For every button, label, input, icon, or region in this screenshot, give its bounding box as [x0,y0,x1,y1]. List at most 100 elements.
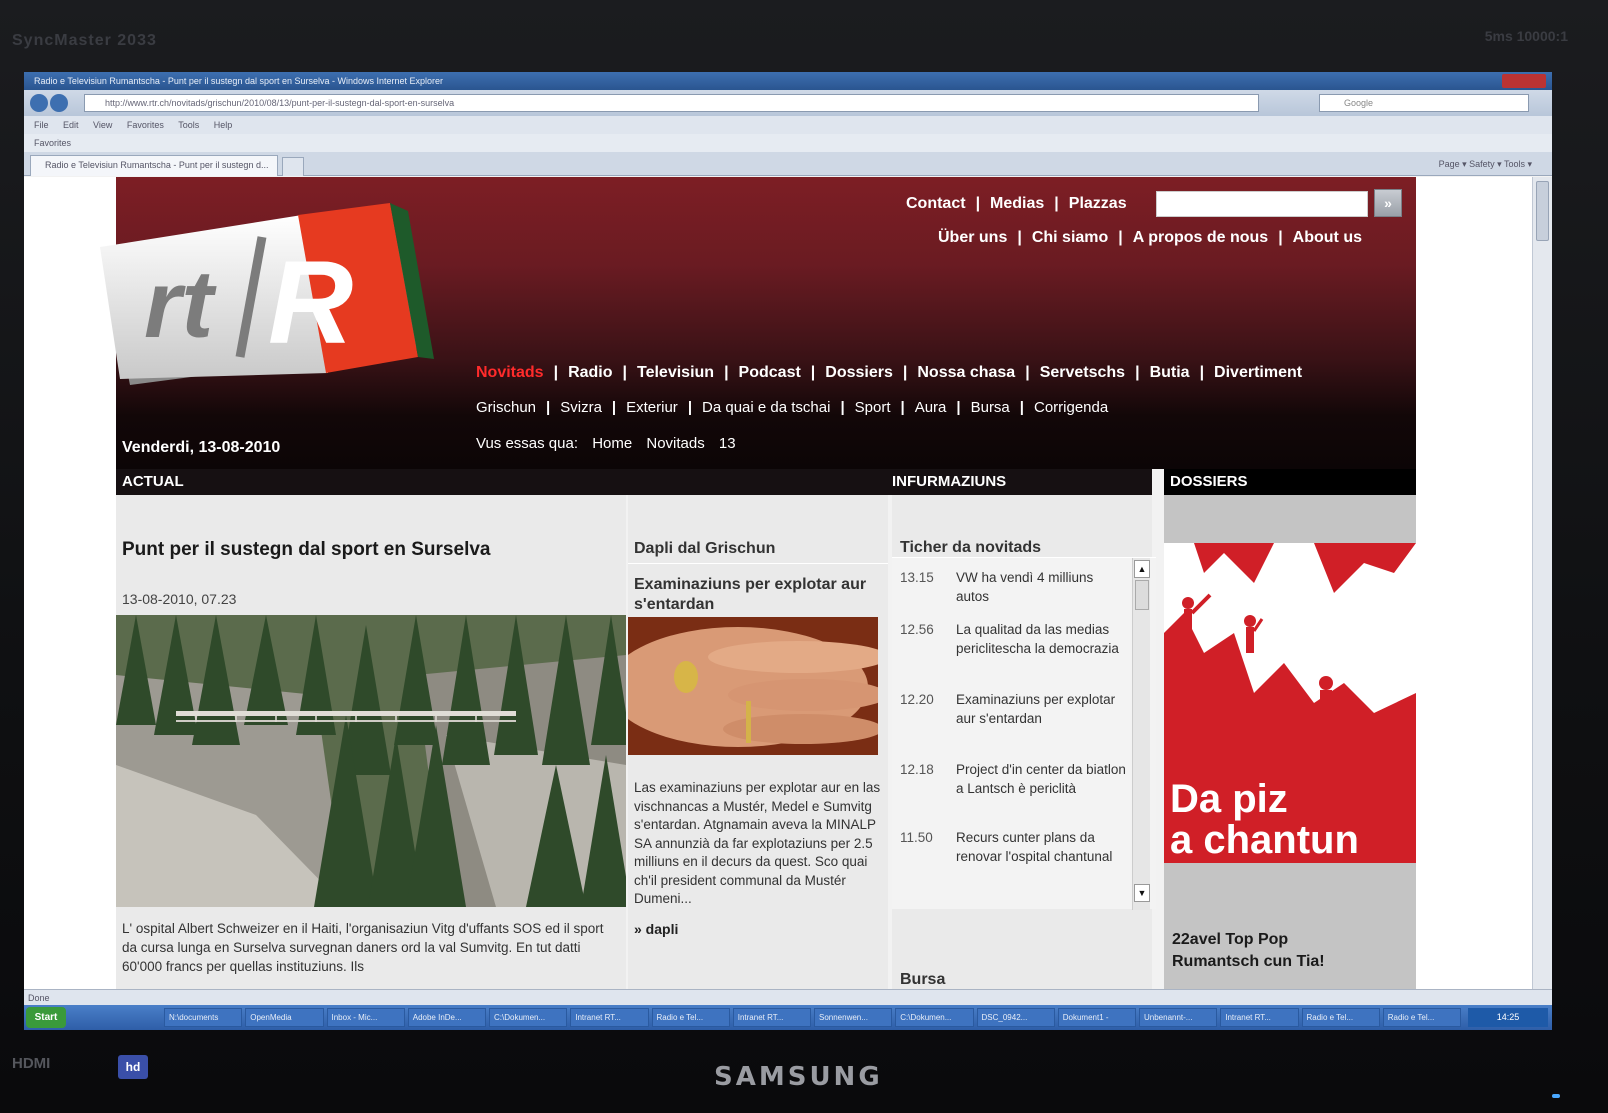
main-nav: Novitads | Radio | Televisiun | Podcast | Dossie… [476,364,1302,382]
subnav-da-quai[interactable]: Da quai e da tschai [702,399,830,416]
browser-tab[interactable]: Radio e Televisiun Rumantscha - Punt per… [30,155,278,176]
separator: | [724,364,729,381]
taskbar: Start N:\documents OpenMedia Inbox - Mic..… [24,1005,1552,1030]
back-icon[interactable] [30,94,48,112]
breadcrumb-novitads[interactable]: Novitads [646,435,704,452]
subnav-grischun[interactable]: Grischun [476,399,536,416]
taskbar-item[interactable]: Intranet RT... [1220,1008,1299,1027]
ticker-text[interactable]: Examinaziuns per explotar aur s'entardan [956,690,1126,728]
taskbar-item[interactable]: C:\Dokumen... [895,1008,974,1027]
separator: | [1135,364,1140,381]
ticker-scrollbar[interactable]: ▲ ▼ [1132,558,1150,910]
article-teaser[interactable]: L' ospital Albert Schweizer en il Haiti,… [122,919,620,976]
page-scrollbar[interactable] [1532,177,1552,989]
taskbar-item[interactable]: N:\documents [164,1008,243,1027]
ticker-time: 11.50 [900,830,933,845]
grischun-headline[interactable]: Examinaziuns per explotar aur s'entardan [634,575,882,615]
new-tab-button[interactable] [282,157,304,176]
ticker-text[interactable]: VW ha vendì 4 milliuns autos [956,568,1126,606]
power-led-icon[interactable] [1552,1094,1560,1098]
subnav-bursa[interactable]: Bursa [971,399,1010,416]
address-bar[interactable]: http://www.rtr.ch/novitads/grischun/2010… [84,94,1259,112]
taskbar-item[interactable]: Radio e Tel... [651,1008,730,1027]
taskbar-item[interactable]: OpenMedia [245,1008,324,1027]
taskbar-item[interactable]: Radio e Tel... [1382,1008,1461,1027]
scroll-up-icon[interactable]: ▲ [1134,560,1150,578]
subnav-sport[interactable]: Sport [855,399,891,416]
ticker-text[interactable]: La qualitad da las medias periclitescha … [956,620,1126,658]
start-button[interactable]: Start [26,1007,66,1028]
separator: | [1199,364,1205,381]
grischun-more-link[interactable]: » dapli [634,921,678,937]
breadcrumb: Vus essas qua: Home Novitads 13 [476,435,736,452]
nav-divertiment[interactable]: Divertiment [1214,364,1302,382]
page-viewport: rt R Contact | Medias | Plazzas » Über uns | C… [24,177,1532,989]
scroll-down-icon[interactable]: ▼ [1134,884,1150,902]
infurmaziuns-column: Ticher da novitads 13.15 VW ha vendì 4 m… [892,495,1156,989]
forward-icon[interactable] [50,94,68,112]
subnav-exteriur[interactable]: Exteriur [626,399,678,416]
separator: | [810,364,816,381]
lang-link-de[interactable]: Über uns [938,229,1007,247]
ticker-title: Ticher da novitads [900,539,1042,556]
nav-novitads[interactable]: Novitads [476,364,544,382]
lang-link-fr[interactable]: A propos de nous [1133,229,1268,247]
bridge-photo[interactable] [116,615,626,907]
monitor-badge: hd [118,1055,148,1079]
scroll-thumb[interactable] [1135,580,1149,610]
command-bar[interactable]: Page ▾ Safety ▾ Tools ▾ [1439,155,1532,173]
breadcrumb-current: 13 [718,435,736,452]
grischun-text: Las examinaziuns per explotar aur en las… [634,780,881,906]
nav-podcast[interactable]: Podcast [739,364,801,382]
plazzas-link[interactable]: Plazzas [1069,195,1127,213]
lang-link-en[interactable]: About us [1293,229,1362,247]
main-headline[interactable]: Punt per il sustegn dal sport en Surselv… [122,539,490,561]
menu-bar[interactable]: File Edit View Favorites Tools Help [24,116,1552,134]
breadcrumb-label: Vus essas qua: [476,435,579,452]
monitor-bezel: SyncMaster 2033 5ms 10000:1 Radio e Tele… [0,0,1608,1113]
taskbar-item[interactable]: C:\Dokumen... [489,1008,568,1027]
ticker-time: 12.20 [900,692,934,707]
medias-link[interactable]: Medias [990,195,1044,213]
hdmi-label: HDMI [12,1055,51,1072]
taskbar-item[interactable]: Adobe InDe... [407,1008,486,1027]
taskbar-item[interactable]: Unbenannt-... [1139,1008,1218,1027]
nav-televisiun[interactable]: Televisiun [637,364,714,382]
taskbar-item[interactable]: Intranet RT... [732,1008,811,1027]
taskbar-clock: 14:25 [1468,1008,1548,1027]
nav-butia[interactable]: Butia [1150,364,1190,382]
taskbar-item[interactable]: Sonnenwen... [814,1008,893,1027]
ticker-text[interactable]: Recurs cunter plans da renovar l'ospital… [956,828,1126,866]
contact-link[interactable]: Contact [906,195,966,213]
nav-radio[interactable]: Radio [568,364,612,382]
subnav-aura[interactable]: Aura [915,399,947,416]
nav-buttons [30,94,70,112]
bursa-heading[interactable]: Bursa [900,971,945,989]
nav-nossa-chasa[interactable]: Nossa chasa [917,364,1015,382]
page-scroll-thumb[interactable] [1536,181,1549,241]
rtr-logo[interactable]: rt R [90,197,435,387]
taskbar-item[interactable]: Intranet RT... [570,1008,649,1027]
taskbar-item[interactable]: Dokument1 - [1057,1008,1136,1027]
separator: | [1278,229,1283,246]
site-search-input[interactable] [1156,191,1368,217]
subnav-svizra[interactable]: Svizra [560,399,602,416]
taskbar-item[interactable]: DSC_0942... [976,1008,1055,1027]
nav-dossiers[interactable]: Dossiers [825,364,893,382]
window-controls[interactable] [1502,74,1546,88]
gold-hand-photo[interactable] [628,617,878,755]
ticker-text[interactable]: Project d'in center da biatlon a Lantsch… [956,760,1126,798]
breadcrumb-home[interactable]: Home [592,435,632,452]
dossier-caption-second[interactable]: Rumantsch cun Tia! [1172,953,1325,971]
taskbar-item[interactable]: Radio e Tel... [1301,1008,1380,1027]
favorites-button[interactable]: Favorites [34,138,71,148]
browser-search-input[interactable]: Google [1319,94,1529,112]
separator: | [1019,399,1024,416]
search-go-button[interactable]: » [1374,189,1402,217]
subnav-corrigenda[interactable]: Corrigenda [1034,399,1108,416]
nav-servetschs[interactable]: Servetschs [1040,364,1125,382]
lang-link-it[interactable]: Chi siamo [1032,229,1108,247]
dossier-poster[interactable]: Da piz a chantun [1164,543,1416,863]
taskbar-item[interactable]: Inbox - Mic... [326,1008,405,1027]
dossier-caption[interactable]: 22avel Top Pop [1172,931,1288,949]
